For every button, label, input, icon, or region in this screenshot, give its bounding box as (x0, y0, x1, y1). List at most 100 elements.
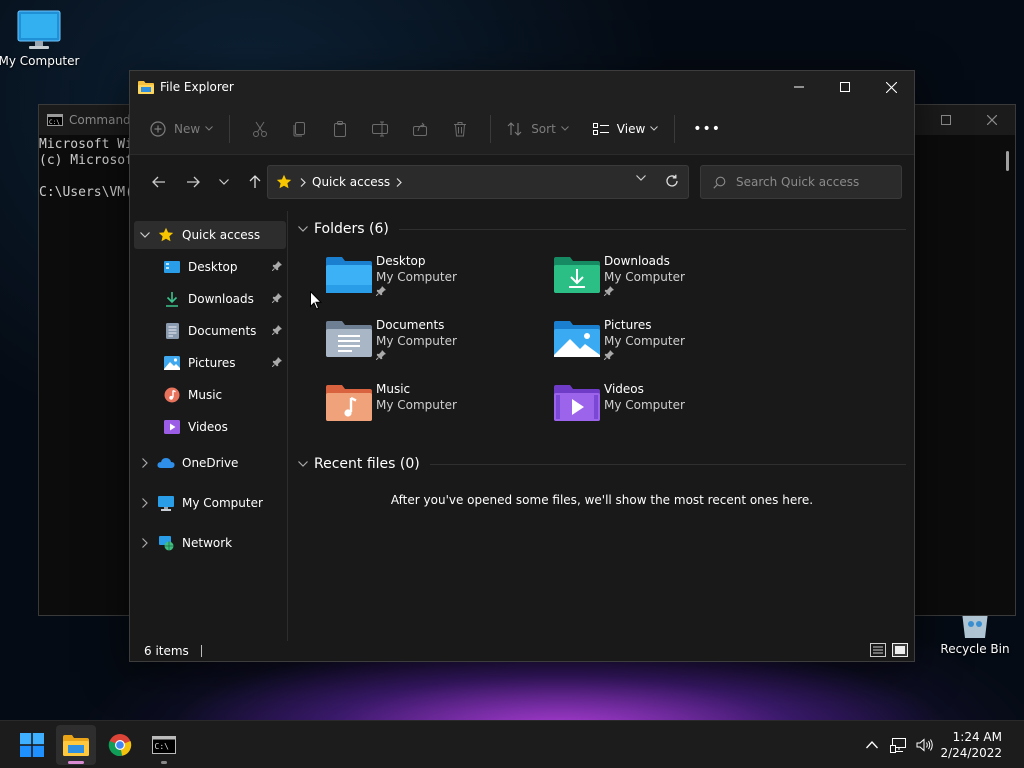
close-button[interactable] (868, 71, 914, 103)
folder-location: My Computer (376, 398, 457, 412)
taskbar-file-explorer[interactable] (56, 725, 96, 765)
chevron-right-icon[interactable] (134, 538, 156, 548)
chevron-right-icon[interactable] (396, 177, 403, 187)
sidebar-item-label: Desktop (188, 260, 238, 274)
file-explorer-window[interactable]: File Explorer New Sort View ••• Quick ac… (129, 70, 915, 662)
rename-button[interactable] (360, 113, 400, 145)
folder-name: Music (376, 382, 411, 396)
cut-button[interactable] (240, 113, 280, 145)
sidebar-item-label: Downloads (188, 292, 254, 306)
windows-logo-icon (20, 733, 44, 757)
pin-icon (272, 293, 282, 303)
paste-button[interactable] (320, 113, 360, 145)
share-button[interactable] (400, 113, 440, 145)
delete-button[interactable] (440, 113, 480, 145)
group-divider (429, 463, 906, 465)
cmd-scrollbar[interactable] (1006, 151, 1009, 171)
chevron-down-icon[interactable] (134, 232, 156, 238)
folder-tile-desktop[interactable]: Desktop My Computer (326, 253, 526, 313)
copy-button[interactable] (280, 113, 320, 145)
start-button[interactable] (12, 725, 52, 765)
sidebar-item-label: My Computer (182, 496, 263, 510)
address-history-dropdown[interactable] (636, 175, 646, 181)
pin-icon (272, 325, 282, 335)
sidebar-item-network[interactable]: Network (134, 529, 286, 557)
sidebar-item-videos[interactable]: Videos (134, 413, 286, 441)
recent-locations-button[interactable] (210, 167, 238, 197)
folder-tile-pictures[interactable]: Pictures My Computer (554, 317, 754, 377)
address-bar[interactable]: Quick access (267, 165, 689, 199)
explorer-titlebar[interactable]: File Explorer (130, 71, 914, 103)
sidebar-item-downloads[interactable]: Downloads (134, 285, 286, 313)
arrow-right-icon (186, 176, 200, 188)
taskbar-clock[interactable]: 1:24 AM 2/24/2022 (940, 729, 1002, 761)
folders-group-header[interactable]: Folders (6) (298, 221, 906, 237)
new-button[interactable]: New (144, 113, 219, 145)
maximize-button[interactable] (822, 71, 868, 103)
taskbar-command-prompt[interactable]: C:\ (144, 725, 184, 765)
sidebar-item-documents[interactable]: Documents (134, 317, 286, 345)
refresh-icon (665, 174, 679, 188)
desktop-icon-my-computer[interactable]: My Computer (0, 10, 84, 68)
sort-button[interactable]: Sort (501, 113, 575, 145)
volume-icon[interactable] (916, 738, 934, 752)
recent-files-group-header[interactable]: Recent files (0) (298, 456, 906, 472)
breadcrumb-quick-access[interactable]: Quick access (312, 175, 390, 189)
chevron-down-icon (650, 126, 659, 131)
content-pane: Folders (6) Desktop My Computer Download… (290, 211, 914, 641)
view-button[interactable]: View (587, 113, 664, 145)
sort-label: Sort (531, 121, 556, 136)
search-input[interactable] (736, 175, 896, 189)
cmd-maximize-button[interactable] (923, 105, 969, 135)
sidebar-item-label: Documents (188, 324, 257, 338)
arrow-up-icon (249, 175, 261, 189)
chevron-down-icon[interactable] (298, 226, 308, 232)
chevron-down-icon[interactable] (298, 461, 308, 467)
music-note-icon (162, 387, 182, 403)
folder-tile-documents[interactable]: Documents My Computer (326, 317, 526, 377)
desktop-icon-recycle-bin[interactable]: Recycle Bin (930, 612, 1020, 656)
back-button[interactable] (142, 167, 176, 197)
chevron-right-icon[interactable] (134, 458, 156, 468)
cmd-app-icon: C:\ (47, 114, 63, 126)
plus-circle-icon (150, 120, 166, 137)
picture-icon (162, 356, 182, 370)
taskbar-chrome[interactable] (100, 725, 140, 765)
pin-icon (272, 357, 282, 367)
tiles-view-button[interactable] (892, 643, 908, 657)
more-icon: ••• (693, 120, 722, 137)
mouse-cursor-icon (310, 291, 322, 310)
window-title: File Explorer (160, 80, 234, 94)
toolbar-separator (229, 114, 231, 143)
sidebar-item-my-computer[interactable]: My Computer (134, 489, 286, 517)
network-status-icon[interactable] (890, 737, 908, 753)
sidebar-item-quick-access[interactable]: Quick access (134, 221, 286, 249)
search-icon (713, 176, 726, 189)
chevron-up-icon[interactable] (866, 741, 878, 749)
sidebar-item-label: Pictures (188, 356, 236, 370)
folder-tile-downloads[interactable]: Downloads My Computer (554, 253, 754, 313)
view-label: View (616, 121, 646, 136)
sidebar-item-onedrive[interactable]: OneDrive (134, 449, 286, 477)
folder-tile-videos[interactable]: Videos My Computer (554, 381, 754, 441)
taskbar: C:\ 1:24 AM 2/24/2022 (0, 720, 1024, 768)
arrow-left-icon (152, 176, 166, 188)
forward-button[interactable] (176, 167, 210, 197)
sidebar-item-pictures[interactable]: Pictures (134, 349, 286, 377)
cmd-close-button[interactable] (969, 105, 1015, 135)
chevron-right-icon (300, 177, 306, 187)
folder-tile-music[interactable]: Music My Computer (326, 381, 526, 441)
refresh-button[interactable] (665, 174, 679, 188)
details-view-button[interactable] (870, 643, 886, 657)
system-tray (866, 721, 934, 768)
chevron-right-icon[interactable] (134, 498, 156, 508)
sidebar-item-desktop[interactable]: Desktop (134, 253, 286, 281)
more-options-button[interactable]: ••• (687, 113, 727, 145)
pin-icon (604, 286, 685, 296)
sidebar-item-music[interactable]: Music (134, 381, 286, 409)
search-box[interactable] (700, 165, 902, 199)
active-indicator (68, 761, 84, 764)
sidebar-item-label: Network (182, 536, 233, 550)
minimize-button[interactable] (776, 71, 822, 103)
group-divider (398, 228, 906, 230)
